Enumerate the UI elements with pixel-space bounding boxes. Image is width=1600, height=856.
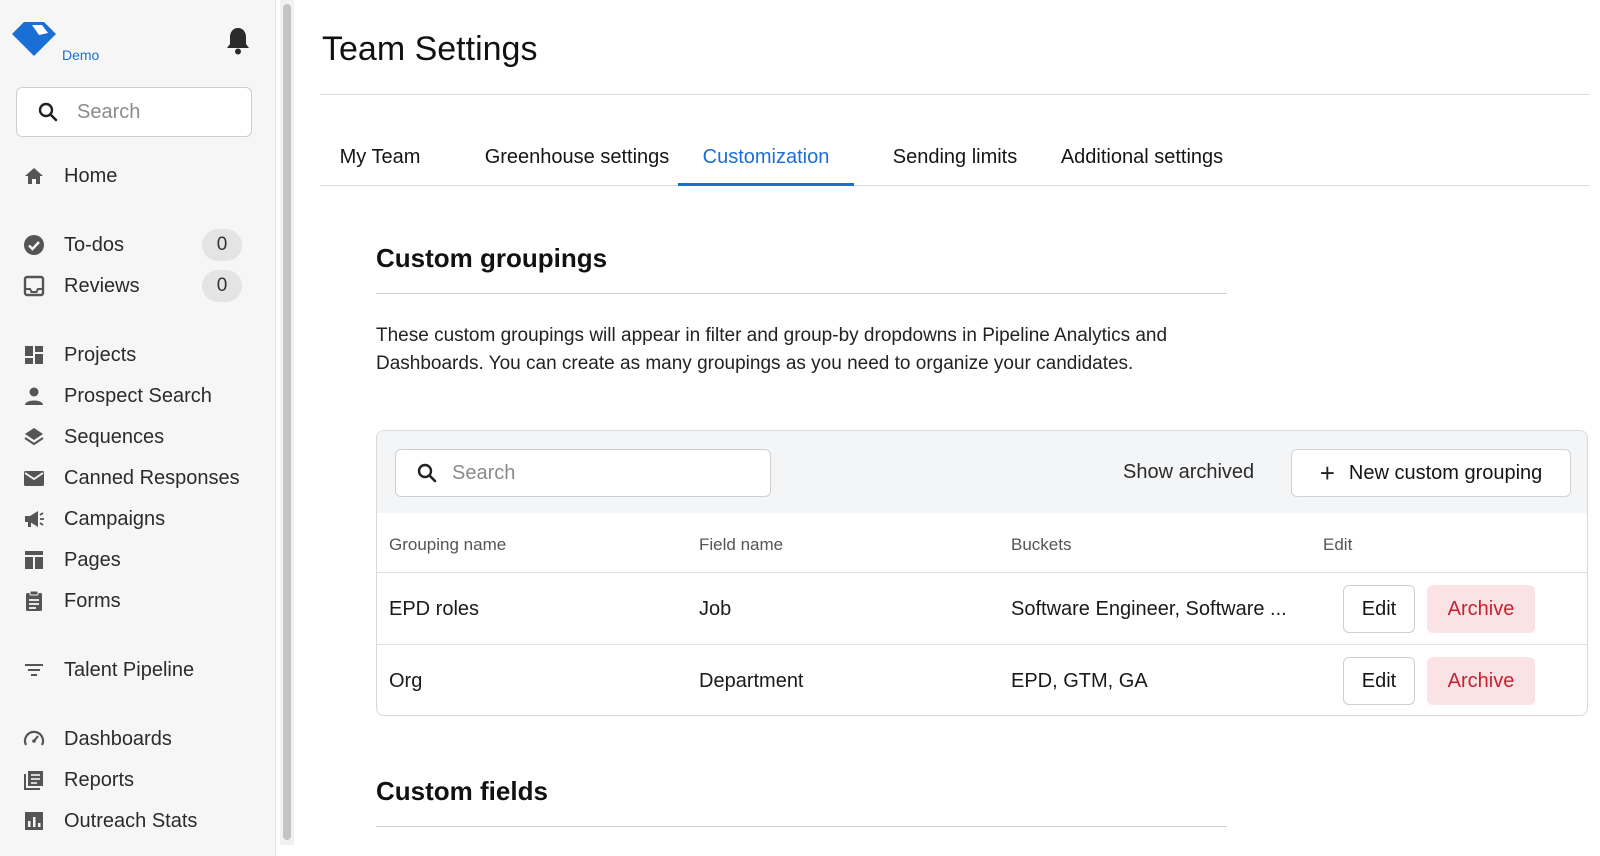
column-header-grouping-name: Grouping name xyxy=(389,535,507,554)
edit-button[interactable]: Edit xyxy=(1343,657,1415,705)
megaphone-icon xyxy=(22,507,46,531)
new-custom-grouping-label: New custom grouping xyxy=(1348,461,1543,484)
layers-icon xyxy=(22,425,46,449)
workspace-name[interactable]: Demo xyxy=(62,47,99,63)
clipboard-icon xyxy=(22,589,46,613)
sidebar-item-canned-responses[interactable]: Canned Responses xyxy=(22,461,246,495)
sidebar-scrollbar[interactable] xyxy=(280,0,294,845)
sidebar-item-talent-pipeline[interactable]: Talent Pipeline xyxy=(22,653,246,687)
groupings-search-input[interactable] xyxy=(452,461,752,485)
sidebar-item-label: Pages xyxy=(64,548,121,571)
buckets-cell: Software Engineer, Software ... xyxy=(1011,598,1287,620)
column-header-buckets: Buckets xyxy=(1011,535,1072,554)
sidebar-search-input[interactable] xyxy=(77,100,227,124)
sidebar-item-outreach-stats[interactable]: Outreach Stats xyxy=(22,804,246,838)
todos-count-badge: 0 xyxy=(202,229,242,261)
home-icon xyxy=(22,164,46,188)
sidebar-item-label: Prospect Search xyxy=(64,384,212,407)
custom-groupings-table: Show archived + New custom grouping Grou… xyxy=(376,430,1588,716)
sidebar-item-label: Reports xyxy=(64,768,135,791)
column-header-edit: Edit xyxy=(1323,535,1353,554)
reviews-count-badge: 0 xyxy=(202,270,242,302)
tab-customization[interactable]: Customization xyxy=(678,132,854,186)
field-name-cell: Department xyxy=(699,670,804,692)
sidebar-item-label: Forms xyxy=(64,589,121,612)
field-name-cell: Job xyxy=(699,598,732,620)
sidebar-item-label: Talent Pipeline xyxy=(64,658,195,681)
table-row: Org Department EPD, GTM, GA Edit Archive xyxy=(377,645,1587,715)
sidebar-item-reports[interactable]: Reports xyxy=(22,763,246,797)
grouping-name-cell: Org xyxy=(389,670,423,692)
check-circle-icon xyxy=(22,233,46,257)
search-icon xyxy=(417,463,437,483)
tab-sending-limits[interactable]: Sending limits xyxy=(870,132,1040,186)
page-title: Team Settings xyxy=(322,30,538,68)
tab-additional-settings[interactable]: Additional settings xyxy=(1042,132,1242,186)
table-row: EPD roles Job Software Engineer, Softwar… xyxy=(377,573,1587,645)
sidebar-item-dashboards[interactable]: Dashboards xyxy=(22,722,246,756)
column-header-field-name: Field name xyxy=(699,535,784,554)
filter-icon xyxy=(22,658,46,682)
plus-icon: + xyxy=(1319,458,1335,488)
gem-logo-icon[interactable] xyxy=(12,22,56,56)
title-divider xyxy=(320,94,1590,95)
sidebar-search-field[interactable] xyxy=(16,87,252,137)
sidebar-item-forms[interactable]: Forms xyxy=(22,584,246,618)
buckets-cell: EPD, GTM, GA xyxy=(1011,670,1148,692)
dashboard-grid-icon xyxy=(22,343,46,367)
sidebar-item-projects[interactable]: Projects xyxy=(22,338,246,372)
sidebar-item-label: Campaigns xyxy=(64,507,166,530)
tab-my-team[interactable]: My Team xyxy=(320,132,440,186)
sidebar-item-todos[interactable]: To-dos 0 xyxy=(22,228,246,262)
custom-fields-heading: Custom fields xyxy=(376,776,548,806)
grouping-name-cell: EPD roles xyxy=(389,598,480,620)
archive-button[interactable]: Archive xyxy=(1427,657,1535,705)
sidebar-scrollbar-thumb[interactable] xyxy=(283,4,291,840)
edit-button[interactable]: Edit xyxy=(1343,585,1415,633)
mail-icon xyxy=(22,466,46,490)
sidebar-item-home[interactable]: Home xyxy=(22,159,246,193)
table-header: Grouping name Field name Buckets Edit xyxy=(377,513,1587,573)
new-custom-grouping-button[interactable]: + New custom grouping xyxy=(1291,449,1571,497)
sidebar-item-label: Reviews xyxy=(64,274,140,297)
custom-fields-divider xyxy=(376,826,1227,827)
sidebar-item-reviews[interactable]: Reviews 0 xyxy=(22,269,246,303)
sidebar-item-label: Projects xyxy=(64,343,137,366)
custom-groupings-divider xyxy=(376,293,1227,294)
sidebar-item-label: Home xyxy=(64,164,118,187)
sidebar-item-label: Outreach Stats xyxy=(64,809,198,832)
settings-tabs: My Team Greenhouse settings Customizatio… xyxy=(320,132,1590,186)
sidebar-item-pages[interactable]: Pages xyxy=(22,543,246,577)
show-archived-toggle[interactable]: Show archived xyxy=(1123,461,1254,484)
sidebar-item-campaigns[interactable]: Campaigns xyxy=(22,502,246,536)
inbox-icon xyxy=(22,274,46,298)
search-icon xyxy=(38,102,58,122)
custom-groupings-heading: Custom groupings xyxy=(376,243,608,273)
sidebar-item-prospect-search[interactable]: Prospect Search xyxy=(22,379,246,413)
sidebar-item-sequences[interactable]: Sequences xyxy=(22,420,246,454)
groupings-search-field[interactable] xyxy=(395,449,771,497)
custom-groupings-description: These custom groupings will appear in fi… xyxy=(376,325,1168,374)
tab-greenhouse-settings[interactable]: Greenhouse settings xyxy=(462,132,692,186)
sidebar-item-label: Sequences xyxy=(64,425,165,448)
sidebar: Demo Home To-dos 0 Reviews 0 xyxy=(0,0,276,856)
sidebar-item-label: To-dos xyxy=(64,233,125,256)
sidebar-item-label: Canned Responses xyxy=(64,466,240,489)
table-toolbar: Show archived + New custom grouping xyxy=(377,431,1587,513)
bar-chart-icon xyxy=(22,809,46,833)
notifications-bell-icon[interactable] xyxy=(225,26,251,56)
archive-button[interactable]: Archive xyxy=(1427,585,1535,633)
sidebar-item-label: Dashboards xyxy=(64,727,172,750)
person-icon xyxy=(22,384,46,408)
gauge-icon xyxy=(22,727,46,751)
reports-icon xyxy=(22,768,46,792)
pages-icon xyxy=(22,548,46,572)
